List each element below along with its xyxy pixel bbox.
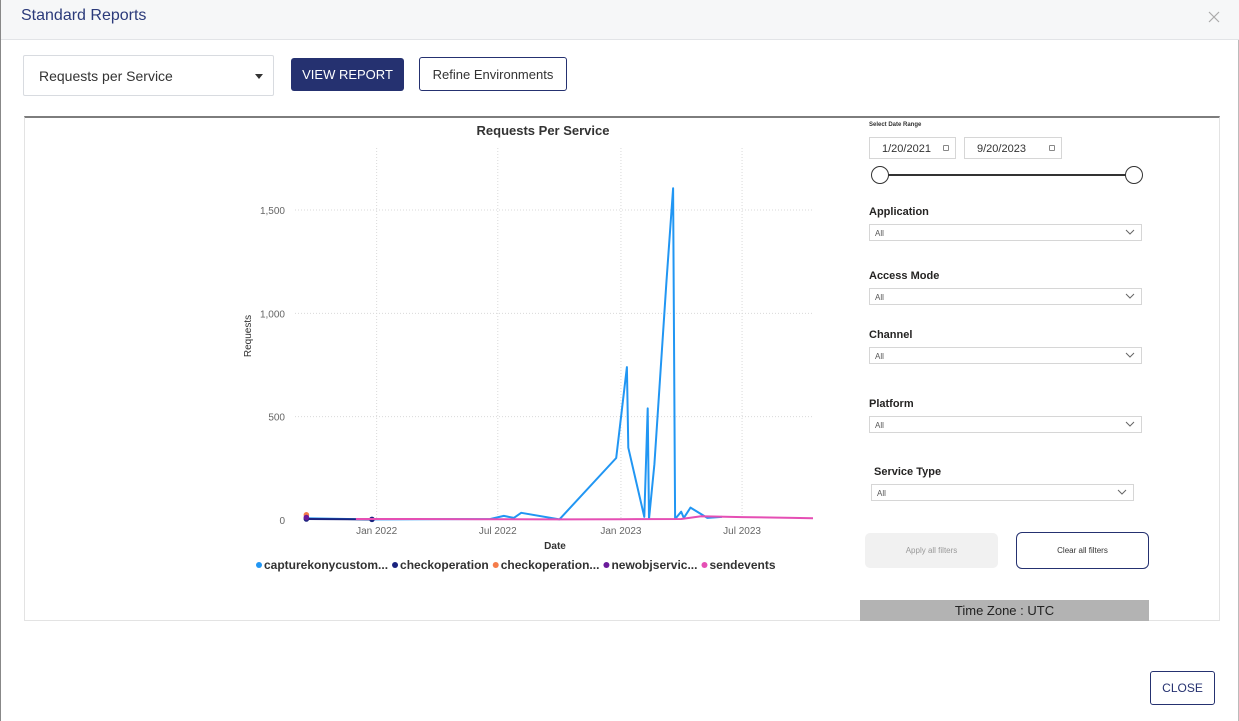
chart-title: Requests Per Service bbox=[477, 123, 610, 138]
y-tick-label: 500 bbox=[268, 413, 285, 424]
time-zone-bar: Time Zone : UTC bbox=[860, 600, 1149, 621]
chart-gridlines bbox=[295, 148, 813, 520]
chevron-down-icon bbox=[1125, 352, 1135, 358]
legend-marker bbox=[392, 562, 399, 568]
x-axis-ticks: Jan 2022 Jul 2022 Jan 2023 Jul 2023 bbox=[356, 526, 761, 537]
legend-marker bbox=[603, 562, 610, 568]
x-tick-label: Jan 2022 bbox=[356, 526, 398, 537]
channel-dropdown[interactable]: All bbox=[869, 347, 1142, 364]
access-mode-label: Access Mode bbox=[869, 270, 940, 282]
requests-per-service-chart: Requests Per Service 0 500 1,000 1,500 Jan … bbox=[243, 123, 814, 572]
service-type-label: Service Type bbox=[874, 466, 942, 478]
report-type-select[interactable]: Requests per Service bbox=[23, 55, 274, 96]
access-mode-value: All bbox=[875, 293, 884, 302]
y-axis-ticks: 0 500 1,000 1,500 bbox=[260, 206, 285, 527]
chevron-down-icon bbox=[1125, 229, 1135, 235]
series-sendevents bbox=[355, 515, 814, 521]
close-icon[interactable] bbox=[1207, 10, 1221, 24]
caret-down-icon bbox=[255, 74, 263, 79]
series-line bbox=[355, 515, 814, 521]
x-tick-label: Jul 2022 bbox=[479, 526, 517, 537]
platform-label: Platform bbox=[869, 398, 914, 410]
filter-panel: Select Date Range 1/20/2021 9/20/2023 Ap… bbox=[860, 118, 1160, 621]
channel-label: Channel bbox=[869, 329, 913, 341]
channel-value: All bbox=[875, 352, 884, 361]
application-dropdown[interactable]: All bbox=[869, 224, 1142, 241]
view-report-button[interactable]: VIEW REPORT bbox=[291, 58, 404, 91]
series-line bbox=[304, 187, 723, 521]
series-newobjservic bbox=[303, 514, 310, 521]
legend-marker bbox=[701, 562, 708, 568]
application-label: Application bbox=[869, 206, 929, 218]
start-date-input[interactable]: 1/20/2021 bbox=[869, 137, 956, 159]
start-date-value: 1/20/2021 bbox=[882, 143, 931, 155]
y-tick-label: 0 bbox=[279, 516, 285, 527]
clear-all-filters-button[interactable]: Clear all filters bbox=[1016, 532, 1149, 569]
slider-start-handle[interactable] bbox=[871, 166, 889, 184]
legend-label: checkoperation bbox=[400, 558, 489, 572]
report-frame: Requests Per Service 0 500 1,000 1,500 Jan … bbox=[24, 116, 1220, 621]
legend-marker bbox=[492, 562, 499, 568]
legend-marker bbox=[256, 562, 262, 568]
service-type-dropdown[interactable]: All bbox=[871, 484, 1134, 501]
x-axis-label: Date bbox=[544, 541, 566, 552]
refine-environments-button[interactable]: Refine Environments bbox=[419, 57, 567, 91]
chevron-down-icon bbox=[1125, 421, 1135, 427]
date-range-label: Select Date Range bbox=[869, 122, 922, 128]
y-axis-label: Requests bbox=[243, 315, 254, 357]
calendar-icon[interactable] bbox=[943, 145, 949, 151]
modal-header: Standard Reports bbox=[1, 0, 1239, 40]
slider-end-handle[interactable] bbox=[1125, 166, 1143, 184]
y-tick-label: 1,000 bbox=[260, 309, 285, 320]
legend-label: checkoperation... bbox=[501, 558, 600, 572]
date-range-slider[interactable] bbox=[865, 162, 1155, 188]
standard-reports-modal: Standard Reports Requests per Service VI… bbox=[0, 0, 1239, 721]
end-date-value: 9/20/2023 bbox=[977, 143, 1026, 155]
end-date-input[interactable]: 9/20/2023 bbox=[964, 137, 1062, 159]
close-button[interactable]: CLOSE bbox=[1150, 671, 1215, 705]
modal-title: Standard Reports bbox=[21, 7, 147, 24]
calendar-icon[interactable] bbox=[1049, 145, 1055, 151]
chart-legend: capturekonycustom... checkoperation checko… bbox=[256, 558, 776, 572]
chevron-down-icon bbox=[1117, 489, 1127, 495]
y-tick-label: 1,500 bbox=[260, 206, 285, 217]
chevron-down-icon bbox=[1125, 293, 1135, 299]
x-tick-label: Jan 2023 bbox=[600, 526, 642, 537]
legend-label: newobjservic... bbox=[611, 558, 697, 572]
series-capturekonycustom bbox=[304, 187, 723, 521]
apply-all-filters-button[interactable]: Apply all filters bbox=[865, 533, 998, 568]
x-tick-label: Jul 2023 bbox=[723, 526, 761, 537]
access-mode-dropdown[interactable]: All bbox=[869, 288, 1142, 305]
report-select-value: Requests per Service bbox=[39, 68, 173, 84]
data-point bbox=[303, 514, 310, 521]
legend-label: sendevents bbox=[709, 558, 775, 572]
application-value: All bbox=[875, 229, 884, 238]
chart-series bbox=[303, 187, 814, 523]
platform-value: All bbox=[875, 421, 884, 430]
service-type-value: All bbox=[877, 489, 886, 498]
legend-label: capturekonycustom... bbox=[264, 558, 388, 572]
platform-dropdown[interactable]: All bbox=[869, 416, 1142, 433]
